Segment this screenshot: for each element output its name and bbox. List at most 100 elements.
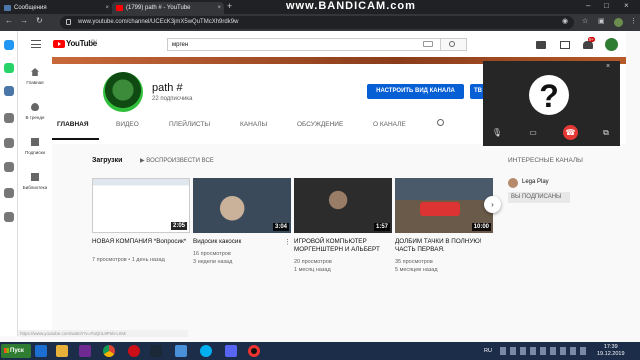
tab-channels[interactable]: КАНАЛЫ [240,121,267,128]
sidebar-item-home[interactable]: Главная [18,68,52,85]
featured-channel-avatar[interactable] [508,178,518,188]
folder-icon[interactable] [56,345,68,357]
sidebar-item-subscriptions[interactable]: Подписки [18,138,52,155]
fire-icon [31,103,39,111]
sidebar-item-label: Библиотека [22,185,48,190]
video-thumbnail[interactable]: 1:57 [294,178,392,233]
minimize-icon[interactable]: – [586,1,590,10]
video-views: 7 просмотров [92,257,127,263]
app-icon[interactable] [175,345,187,357]
video-meta: 7 просмотров • 1 день назад [92,257,165,263]
sidebar-item-label: Подписки [25,150,45,155]
tab-videos[interactable]: ВИДЕО [116,121,139,128]
window-close-icon[interactable]: × [624,1,629,10]
whatsapp-icon[interactable] [4,63,14,73]
media-player-icon[interactable] [79,345,91,357]
keyboard-icon[interactable] [423,41,433,47]
lock-icon [66,19,71,25]
mute-mic-icon[interactable]: 🎙 [491,128,503,138]
language-indicator[interactable]: RU [484,348,492,354]
clock-time: 17:39 [603,344,618,350]
bandicam-icon[interactable] [248,345,260,357]
video-age: 5 месяцев назад [395,267,438,273]
browser-side-panel [0,31,18,336]
menu-icon[interactable] [31,40,41,48]
tab-youtube[interactable]: (1799) path # - YouTube × [112,2,224,14]
youtube-sidebar [18,57,52,336]
settings-icon[interactable] [4,212,14,222]
profile-avatar[interactable] [614,18,623,27]
close-icon[interactable]: × [105,2,109,14]
user-avatar[interactable] [605,38,618,51]
star-icon[interactable]: ☆ [582,17,588,25]
video-title[interactable]: НОВАЯ КОМПАНИЯ *Вопросик* [92,238,188,246]
notification-badge: 9+ [588,37,596,42]
vk-icon[interactable] [4,86,14,96]
bookmarks-icon[interactable] [4,188,14,198]
camera-off-icon[interactable]: ▭ [527,128,539,138]
next-arrow-button[interactable]: › [484,196,501,213]
apps-icon[interactable] [560,41,570,49]
extension-icon[interactable]: ▣ [598,17,605,25]
more-options-icon[interactable]: ⋮ [284,238,291,246]
url-field[interactable]: www.youtube.com/channel/UCEcK3jmX5wQuTMc… [60,16,574,29]
play-all-button[interactable]: ▶ ВОСПРОИЗВЕСТИ ВСЕ [140,157,214,164]
video-duration: 3:04 [272,223,289,231]
opera-icon[interactable] [128,345,140,357]
video-age: 1 день назад [131,257,165,263]
menu-dots-icon[interactable]: ⋮ [630,17,637,25]
skype-icon[interactable] [200,345,212,357]
tab-about[interactable]: О КАНАЛЕ [373,121,406,128]
video-title[interactable]: Видосик какосик [193,238,289,246]
history-icon[interactable] [4,138,14,148]
channel-search-icon[interactable] [437,119,444,126]
sidebar-icon[interactable] [4,162,14,172]
play-all-label: ВОСПРОИЗВЕСТИ ВСЕ [146,158,214,164]
minimize-call-icon[interactable]: ⧉ [600,128,612,138]
ie-icon[interactable] [35,345,47,357]
video-title[interactable]: ДОЛБИМ ТАЧКИ В ПОЛНУЮ! ЧАСТЬ ПЕРВАЯ. [395,238,491,254]
video-thumbnail[interactable]: 3:04 [193,178,291,233]
video-thumbnail[interactable]: 2:05 [92,178,190,233]
bell-icon[interactable] [583,41,593,49]
sidebar-item-trending[interactable]: В тренде [18,103,52,120]
close-icon[interactable]: × [217,2,221,14]
close-icon[interactable]: × [606,63,610,70]
channel-name: path # [152,82,183,94]
reload-icon[interactable]: ↻ [36,16,43,25]
search-input[interactable]: мрген [167,38,441,51]
uploads-title[interactable]: Загрузки [92,157,122,164]
channel-avatar[interactable] [103,72,143,112]
forward-icon[interactable]: → [20,16,28,25]
video-views: 20 просмотров [294,259,332,265]
tab-home[interactable]: ГЛАВНАЯ [57,121,89,128]
chrome-icon[interactable] [103,345,115,357]
play-icon [58,42,61,46]
messenger-icon[interactable] [4,40,14,50]
maximize-icon[interactable]: □ [604,1,609,10]
tab-discussion[interactable]: ОБСУЖДЕНИЕ [297,121,343,128]
sidebar-item-label: В тренде [25,115,45,120]
featured-channel-name[interactable]: Lega Play [522,179,549,185]
discord-icon[interactable] [225,345,237,357]
player-icon[interactable] [4,113,14,123]
camera-icon[interactable]: ◉ [562,17,568,25]
create-video-icon[interactable] [536,41,546,49]
tab-messages[interactable]: Сообщения × [0,2,112,14]
clock[interactable]: 17:39 19.12.2019 [597,344,625,358]
video-duration: 1:57 [373,223,390,231]
clock-date: 19.12.2019 [597,351,625,357]
video-title[interactable]: ИГРОВОЙ КОМПЬЮТЕР МОРГЕНШТЕРН И АЛЬБЕРТ [294,238,390,254]
steam-icon[interactable] [150,345,162,357]
caller-avatar: ? [529,75,569,115]
tab-playlists[interactable]: ПЛЕЙЛИСТЫ [169,121,210,128]
subscribed-button[interactable]: ВЫ ПОДПИСАНЫ [508,192,570,203]
video-thumbnail[interactable]: 10:00 [395,178,493,233]
hang-up-icon[interactable]: ☎ [563,125,578,140]
sidebar-item-library[interactable]: Библиотека [18,173,52,190]
new-tab-button[interactable]: + [227,1,232,11]
customize-channel-button[interactable]: НАСТРОИТЬ ВИД КАНАЛА [367,84,464,99]
system-tray-icons[interactable] [500,347,590,355]
back-icon[interactable]: ← [5,16,13,25]
active-tab-indicator [52,138,99,140]
